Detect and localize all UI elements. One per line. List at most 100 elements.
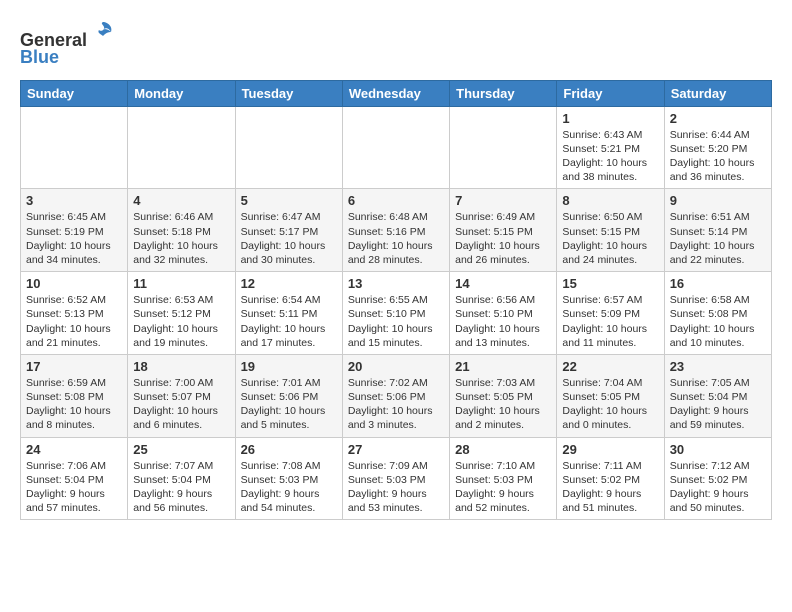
day-info-line: Daylight: 9 hours bbox=[241, 487, 337, 501]
calendar-cell: 12Sunrise: 6:54 AMSunset: 5:11 PMDayligh… bbox=[235, 272, 342, 355]
calendar-cell: 13Sunrise: 6:55 AMSunset: 5:10 PMDayligh… bbox=[342, 272, 449, 355]
day-number: 2 bbox=[670, 111, 766, 126]
calendar-cell: 29Sunrise: 7:11 AMSunset: 5:02 PMDayligh… bbox=[557, 437, 664, 520]
day-info-line: Daylight: 10 hours bbox=[670, 322, 766, 336]
day-info-line: Daylight: 10 hours bbox=[241, 322, 337, 336]
day-info-line: and 21 minutes. bbox=[26, 336, 122, 350]
calendar-day-header: Saturday bbox=[664, 80, 771, 106]
day-info-line: and 5 minutes. bbox=[241, 418, 337, 432]
day-number: 30 bbox=[670, 442, 766, 457]
calendar-day-header: Wednesday bbox=[342, 80, 449, 106]
day-number: 14 bbox=[455, 276, 551, 291]
day-info-line: Sunset: 5:04 PM bbox=[26, 473, 122, 487]
day-info-line: Sunrise: 7:05 AM bbox=[670, 376, 766, 390]
calendar-cell: 15Sunrise: 6:57 AMSunset: 5:09 PMDayligh… bbox=[557, 272, 664, 355]
day-number: 4 bbox=[133, 193, 229, 208]
day-number: 6 bbox=[348, 193, 444, 208]
calendar-day-header: Tuesday bbox=[235, 80, 342, 106]
day-info-line: Sunset: 5:11 PM bbox=[241, 307, 337, 321]
day-number: 22 bbox=[562, 359, 658, 374]
day-info-line: Sunset: 5:02 PM bbox=[670, 473, 766, 487]
day-info-line: and 51 minutes. bbox=[562, 501, 658, 515]
calendar-cell bbox=[128, 106, 235, 189]
day-info-line: Daylight: 10 hours bbox=[455, 322, 551, 336]
day-info-line: and 15 minutes. bbox=[348, 336, 444, 350]
calendar-cell: 14Sunrise: 6:56 AMSunset: 5:10 PMDayligh… bbox=[450, 272, 557, 355]
day-info-line: Sunrise: 7:03 AM bbox=[455, 376, 551, 390]
day-info-line: Sunset: 5:12 PM bbox=[133, 307, 229, 321]
calendar-cell: 11Sunrise: 6:53 AMSunset: 5:12 PMDayligh… bbox=[128, 272, 235, 355]
day-info-line: Sunrise: 6:54 AM bbox=[241, 293, 337, 307]
day-info-line: Sunrise: 7:11 AM bbox=[562, 459, 658, 473]
day-info-line: and 52 minutes. bbox=[455, 501, 551, 515]
day-info-line: and 53 minutes. bbox=[348, 501, 444, 515]
calendar-cell: 17Sunrise: 6:59 AMSunset: 5:08 PMDayligh… bbox=[21, 354, 128, 437]
page: General Blue SundayMondayTuesdayWednesda… bbox=[0, 0, 792, 530]
day-info-line: Daylight: 10 hours bbox=[241, 239, 337, 253]
day-info-line: Sunset: 5:05 PM bbox=[562, 390, 658, 404]
day-info-line: Sunrise: 7:09 AM bbox=[348, 459, 444, 473]
day-info-line: and 17 minutes. bbox=[241, 336, 337, 350]
day-info-line: Sunrise: 7:12 AM bbox=[670, 459, 766, 473]
day-number: 28 bbox=[455, 442, 551, 457]
day-number: 10 bbox=[26, 276, 122, 291]
day-info-line: Sunset: 5:03 PM bbox=[241, 473, 337, 487]
calendar-cell: 7Sunrise: 6:49 AMSunset: 5:15 PMDaylight… bbox=[450, 189, 557, 272]
day-info-line: Sunrise: 6:51 AM bbox=[670, 210, 766, 224]
calendar: SundayMondayTuesdayWednesdayThursdayFrid… bbox=[20, 80, 772, 520]
day-info-line: Daylight: 9 hours bbox=[455, 487, 551, 501]
day-info-line: Sunrise: 7:08 AM bbox=[241, 459, 337, 473]
day-info-line: Sunrise: 6:53 AM bbox=[133, 293, 229, 307]
day-info-line: and 19 minutes. bbox=[133, 336, 229, 350]
logo-bird-icon bbox=[89, 18, 117, 46]
day-number: 9 bbox=[670, 193, 766, 208]
calendar-cell bbox=[450, 106, 557, 189]
day-info-line: and 0 minutes. bbox=[562, 418, 658, 432]
calendar-cell: 10Sunrise: 6:52 AMSunset: 5:13 PMDayligh… bbox=[21, 272, 128, 355]
day-info-line: Sunset: 5:07 PM bbox=[133, 390, 229, 404]
day-info-line: Sunrise: 6:43 AM bbox=[562, 128, 658, 142]
day-info-line: Sunset: 5:09 PM bbox=[562, 307, 658, 321]
day-info-line: and 24 minutes. bbox=[562, 253, 658, 267]
day-number: 21 bbox=[455, 359, 551, 374]
day-info-line: Daylight: 9 hours bbox=[26, 487, 122, 501]
day-number: 27 bbox=[348, 442, 444, 457]
header: General Blue bbox=[20, 18, 772, 68]
day-number: 3 bbox=[26, 193, 122, 208]
day-info-line: and 10 minutes. bbox=[670, 336, 766, 350]
calendar-cell: 22Sunrise: 7:04 AMSunset: 5:05 PMDayligh… bbox=[557, 354, 664, 437]
day-info-line: and 26 minutes. bbox=[455, 253, 551, 267]
day-info-line: Sunrise: 6:56 AM bbox=[455, 293, 551, 307]
day-info-line: Sunrise: 6:48 AM bbox=[348, 210, 444, 224]
day-info-line: Daylight: 9 hours bbox=[348, 487, 444, 501]
day-number: 1 bbox=[562, 111, 658, 126]
day-info-line: Sunset: 5:18 PM bbox=[133, 225, 229, 239]
calendar-cell: 24Sunrise: 7:06 AMSunset: 5:04 PMDayligh… bbox=[21, 437, 128, 520]
day-info-line: and 2 minutes. bbox=[455, 418, 551, 432]
calendar-cell: 8Sunrise: 6:50 AMSunset: 5:15 PMDaylight… bbox=[557, 189, 664, 272]
day-number: 19 bbox=[241, 359, 337, 374]
calendar-cell: 30Sunrise: 7:12 AMSunset: 5:02 PMDayligh… bbox=[664, 437, 771, 520]
day-info-line: Daylight: 10 hours bbox=[26, 404, 122, 418]
day-info-line: Sunset: 5:13 PM bbox=[26, 307, 122, 321]
day-info-line: Sunrise: 6:47 AM bbox=[241, 210, 337, 224]
day-number: 25 bbox=[133, 442, 229, 457]
calendar-cell: 26Sunrise: 7:08 AMSunset: 5:03 PMDayligh… bbox=[235, 437, 342, 520]
calendar-week-row: 24Sunrise: 7:06 AMSunset: 5:04 PMDayligh… bbox=[21, 437, 772, 520]
day-info-line: Sunrise: 6:46 AM bbox=[133, 210, 229, 224]
calendar-cell: 19Sunrise: 7:01 AMSunset: 5:06 PMDayligh… bbox=[235, 354, 342, 437]
calendar-cell: 9Sunrise: 6:51 AMSunset: 5:14 PMDaylight… bbox=[664, 189, 771, 272]
day-info-line: Sunrise: 6:49 AM bbox=[455, 210, 551, 224]
day-info-line: and 34 minutes. bbox=[26, 253, 122, 267]
calendar-cell: 1Sunrise: 6:43 AMSunset: 5:21 PMDaylight… bbox=[557, 106, 664, 189]
day-number: 23 bbox=[670, 359, 766, 374]
day-info-line: Sunset: 5:15 PM bbox=[562, 225, 658, 239]
day-number: 11 bbox=[133, 276, 229, 291]
day-info-line: Sunrise: 7:10 AM bbox=[455, 459, 551, 473]
logo-text: General Blue bbox=[20, 18, 117, 68]
day-info-line: Daylight: 10 hours bbox=[348, 239, 444, 253]
day-info-line: Sunset: 5:20 PM bbox=[670, 142, 766, 156]
day-info-line: and 11 minutes. bbox=[562, 336, 658, 350]
calendar-day-header: Thursday bbox=[450, 80, 557, 106]
day-info-line: Daylight: 10 hours bbox=[562, 239, 658, 253]
